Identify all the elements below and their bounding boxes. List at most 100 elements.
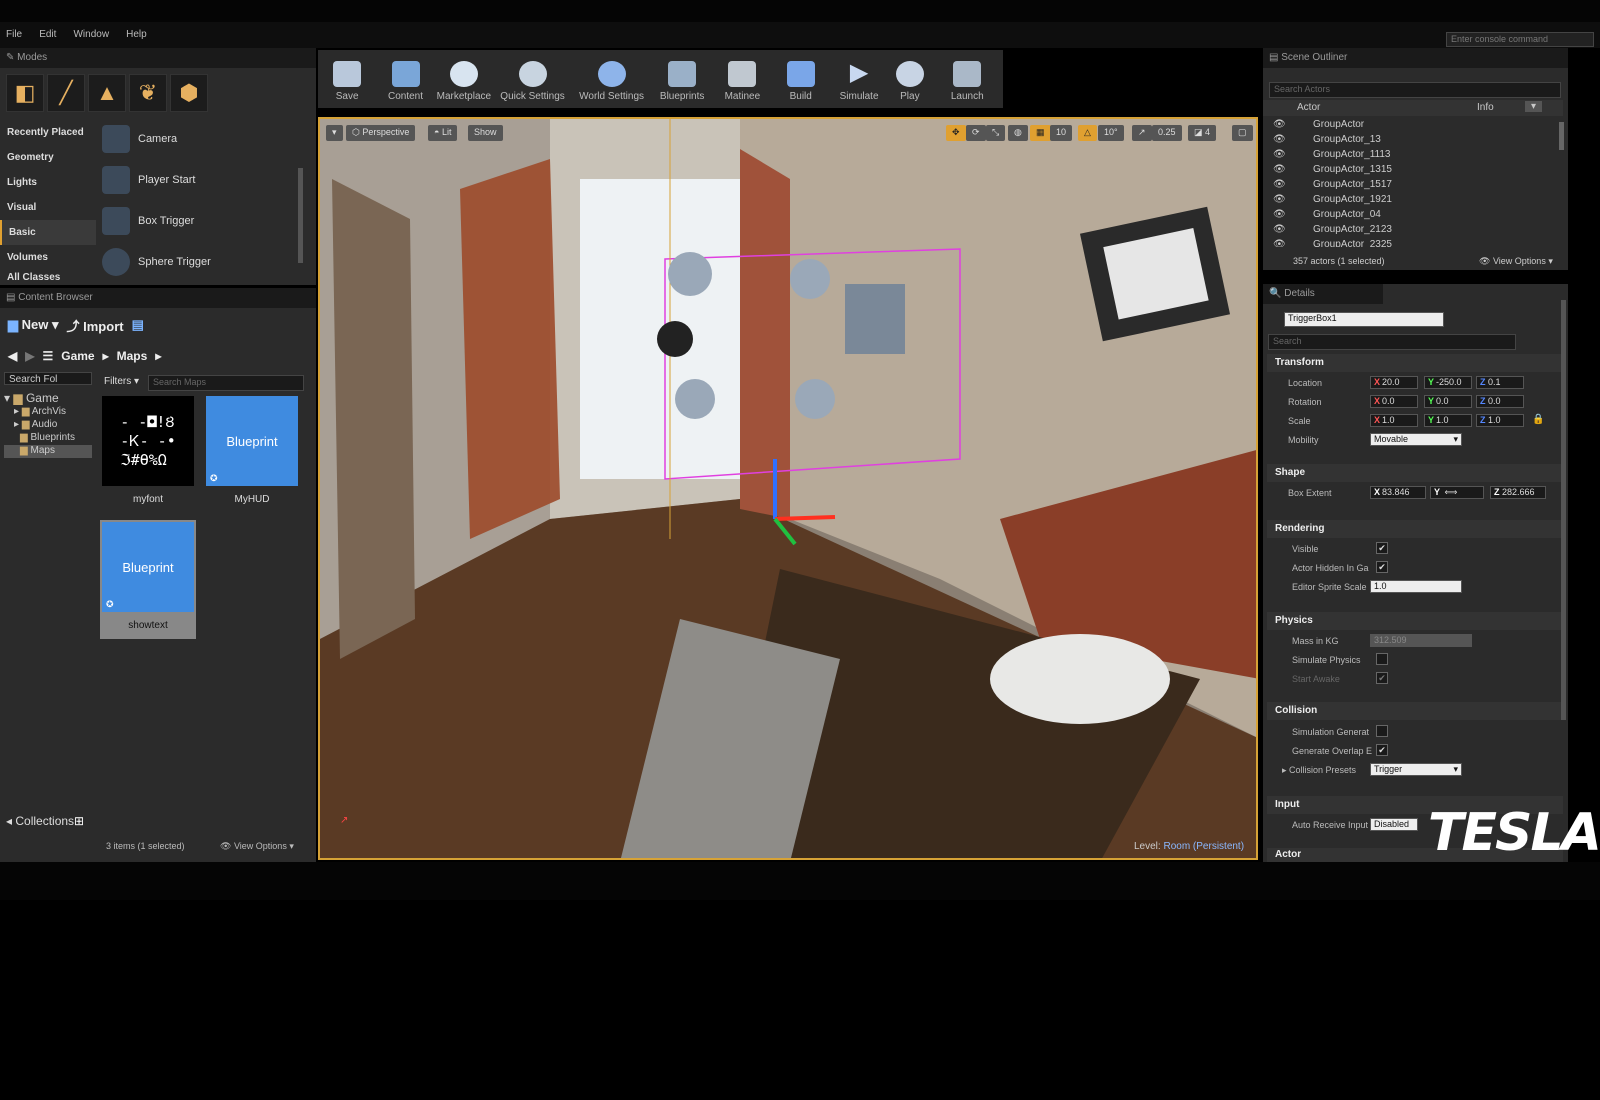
content-button[interactable]: Content — [376, 50, 434, 108]
place-item-sphere-trigger[interactable]: Sphere Trigger — [102, 241, 300, 282]
visibility-eye-icon[interactable]: 👁 — [1273, 119, 1286, 130]
view-options-button[interactable]: 👁 View Options ▾ — [220, 841, 294, 852]
console-input[interactable]: Enter console command — [1446, 32, 1594, 47]
simulate-button[interactable]: ▶ Simulate — [830, 50, 888, 108]
actor-row[interactable]: 👁 GroupActor_13 — [1263, 134, 1563, 149]
actor-row[interactable]: 👁 GroupActor_2325 — [1263, 239, 1563, 247]
actor-row[interactable]: 👁 GroupActor_1315 — [1263, 164, 1563, 179]
category-visual[interactable]: Visual — [0, 195, 96, 220]
rotation-z[interactable]: Z 0.0 — [1476, 395, 1524, 408]
outliner-scrollbar[interactable] — [1559, 122, 1564, 150]
perspective-button[interactable]: ⬡ Perspective — [346, 125, 416, 141]
location-z[interactable]: Z 0.1 — [1476, 376, 1524, 389]
visibility-eye-icon[interactable]: 👁 — [1273, 224, 1286, 235]
outliner-dropdown-icon[interactable]: ▾ — [1525, 101, 1543, 112]
viewport-menu-button[interactable]: ▾ — [326, 125, 343, 141]
translate-tool-icon[interactable]: ✥ — [946, 125, 966, 141]
actor-row[interactable]: 👁 GroupActor_1921 — [1263, 194, 1563, 209]
category-all-classes[interactable]: All Classes — [0, 270, 96, 280]
scale-x[interactable]: X 1.0 — [1370, 414, 1418, 427]
folder-blueprints[interactable]: ▆ Blueprints — [4, 432, 92, 445]
search-folders-input[interactable]: Search Fol — [4, 372, 92, 385]
modes-tab[interactable]: ✎ Modes — [0, 48, 316, 68]
sim-gen-hit-checkbox[interactable] — [1376, 725, 1388, 737]
lock-scale-icon[interactable]: 🔒 — [1532, 414, 1544, 425]
asset-myhud[interactable]: Blueprint ✪ MyHUD — [204, 396, 300, 505]
visibility-eye-icon[interactable]: 👁 — [1273, 164, 1286, 175]
collision-presets-dropdown[interactable]: Trigger ▾ — [1370, 763, 1462, 776]
visible-checkbox[interactable]: ✔ — [1376, 542, 1388, 554]
actor-row[interactable]: 👁 GroupActor_1517 — [1263, 179, 1563, 194]
location-x[interactable]: X 20.0 — [1370, 376, 1418, 389]
start-awake-checkbox[interactable]: ✔ — [1376, 672, 1388, 684]
physics-section[interactable]: Physics — [1267, 612, 1563, 630]
level-viewport[interactable]: ▾ ⬡ Perspective ◓ Lit Show ✥ ⟳ ⤡ ◍ ▦ 10 … — [318, 117, 1258, 860]
category-recently-placed[interactable]: Recently Placed — [0, 120, 96, 145]
quick-settings-button[interactable]: Quick Settings — [493, 50, 572, 108]
place-item-box-trigger[interactable]: Box Trigger — [102, 200, 300, 241]
import-button[interactable]: ⤴ Import — [67, 316, 124, 335]
category-basic[interactable]: Basic — [0, 220, 96, 245]
rendering-section[interactable]: Rendering — [1267, 520, 1563, 538]
save-button[interactable]: Save — [318, 50, 376, 108]
breadcrumb-maps[interactable]: Maps — [117, 349, 148, 363]
scale-snap-icon[interactable]: ↗ — [1132, 125, 1152, 141]
grid-snap-icon[interactable]: ▦ — [1030, 125, 1051, 141]
save-all-icon[interactable]: ▤ — [132, 317, 144, 333]
actor-row[interactable]: 👁 GroupActor — [1263, 119, 1563, 134]
rotate-tool-icon[interactable]: ⟳ — [966, 125, 986, 141]
launch-button[interactable]: Launch — [932, 50, 1004, 108]
auto-receive-input-dropdown[interactable]: Disabled — [1370, 818, 1418, 831]
details-search-input[interactable]: Search — [1268, 334, 1516, 350]
scale-snap-value[interactable]: 0.25 — [1152, 125, 1182, 141]
content-browser-tab[interactable]: ▤ Content Browser — [0, 288, 316, 308]
visibility-eye-icon[interactable]: 👁 — [1273, 179, 1286, 190]
asset-myfont[interactable]: - -◘!Ȣ -Ꮶ- -• ℑ#Ѳ%Ω myfont — [100, 396, 196, 505]
rotation-snap-icon[interactable]: △ — [1078, 125, 1097, 141]
foliage-mode-icon[interactable]: ❦ — [129, 74, 167, 112]
scale-z[interactable]: Z 1.0 — [1476, 414, 1524, 427]
paint-mode-icon[interactable]: ╱ — [47, 74, 85, 112]
folder-maps[interactable]: ▆ Maps — [4, 445, 92, 458]
camera-speed-button[interactable]: ◪ 4 — [1188, 125, 1217, 141]
actor-name-input[interactable]: TriggerBox1 — [1284, 312, 1444, 327]
marketplace-button[interactable]: Marketplace — [435, 50, 493, 108]
show-button[interactable]: Show — [468, 125, 503, 141]
shape-section[interactable]: Shape — [1267, 464, 1563, 482]
visibility-eye-icon[interactable]: 👁 — [1273, 209, 1286, 220]
actor-row[interactable]: 👁 GroupActor_1113 — [1263, 149, 1563, 164]
visibility-eye-icon[interactable]: 👁 — [1273, 134, 1286, 145]
category-volumes[interactable]: Volumes — [0, 245, 96, 270]
mobility-dropdown[interactable]: Movable ▾ — [1370, 433, 1462, 446]
collision-section[interactable]: Collision — [1267, 702, 1563, 720]
menu-window[interactable]: Window — [73, 29, 109, 40]
location-y[interactable]: Y -250.0 — [1424, 376, 1472, 389]
box-extent-x[interactable]: X 83.846 — [1370, 486, 1426, 499]
scene-outliner-tab[interactable]: ▤ Scene Outliner — [1263, 48, 1568, 68]
world-settings-button[interactable]: World Settings — [572, 50, 651, 108]
rotation-snap-value[interactable]: 10° — [1098, 125, 1124, 141]
scale-tool-icon[interactable]: ⤡ — [986, 125, 1006, 141]
maximize-icon[interactable]: ▢ — [1232, 125, 1253, 141]
simulate-physics-checkbox[interactable] — [1376, 653, 1388, 665]
play-button[interactable]: Play — [888, 50, 931, 108]
search-actors-input[interactable]: Search Actors — [1269, 82, 1561, 98]
modes-scrollbar[interactable] — [298, 168, 303, 263]
actor-row[interactable]: 👁 GroupActor_2123 — [1263, 224, 1563, 239]
menu-help[interactable]: Help — [126, 29, 147, 40]
mass-input[interactable]: 312.509 — [1370, 634, 1472, 647]
details-tab[interactable]: 🔍 Details — [1263, 284, 1383, 304]
menu-file[interactable]: File — [6, 29, 22, 40]
folder-audio[interactable]: ▸ ▆ Audio — [4, 419, 92, 432]
place-item-camera[interactable]: Camera — [102, 118, 300, 159]
info-column[interactable]: Info — [1477, 102, 1494, 113]
details-scrollbar[interactable] — [1561, 300, 1566, 720]
outliner-view-options-button[interactable]: 👁 View Options ▾ — [1479, 256, 1553, 267]
lit-button[interactable]: ◓ Lit — [428, 125, 458, 141]
sprite-scale-input[interactable]: 1.0 — [1370, 580, 1462, 593]
folder-game[interactable]: ▾ ▆ Game — [4, 391, 92, 406]
box-extent-y[interactable]: Y ⟺ — [1430, 486, 1484, 499]
asset-showtext[interactable]: Blueprint ✪ showtext — [100, 520, 196, 639]
rotation-y[interactable]: Y 0.0 — [1424, 395, 1472, 408]
visibility-eye-icon[interactable]: 👁 — [1273, 194, 1286, 205]
